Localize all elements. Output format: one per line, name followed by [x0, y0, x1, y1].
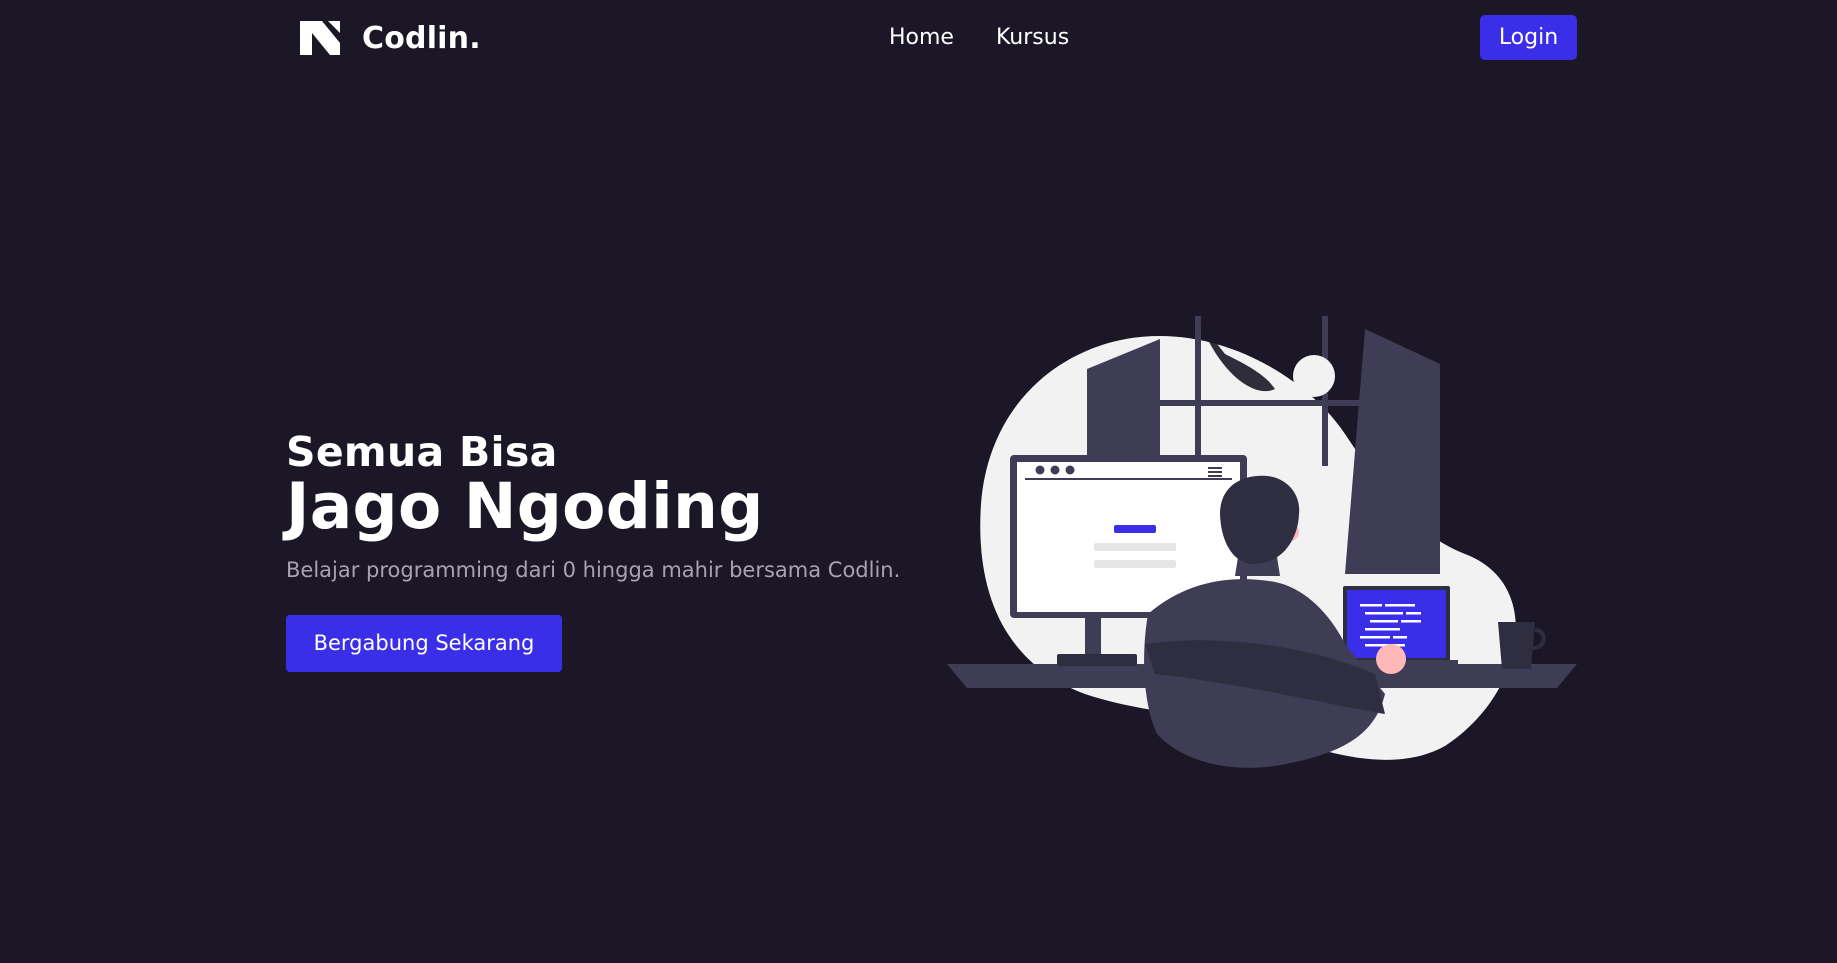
menu-icon: [1208, 475, 1222, 477]
join-now-button[interactable]: Bergabung Sekarang: [286, 615, 562, 672]
login-button[interactable]: Login: [1480, 15, 1577, 60]
landing-page: Codlin. Home Kursus Login Semua Bisa Jag…: [0, 0, 1837, 963]
hero-subtitle: Semua Bisa: [286, 428, 558, 476]
screen-text-line: [1094, 560, 1176, 568]
navbar: Codlin. Home Kursus Login: [0, 0, 1837, 76]
screen-accent-bar: [1114, 525, 1156, 533]
mug-icon: [1498, 622, 1535, 669]
menu-icon: [1208, 471, 1222, 473]
mug-handle: [1532, 628, 1546, 650]
brand-link[interactable]: Codlin.: [300, 18, 481, 58]
screen-text-line: [1094, 543, 1176, 551]
main-nav: Home Kursus: [889, 22, 1069, 54]
brand-name: Codlin.: [362, 20, 481, 56]
nav-link-kursus[interactable]: Kursus: [996, 22, 1069, 54]
menu-icon: [1208, 467, 1222, 469]
browser-dot-icon: [1065, 465, 1075, 475]
hero-description: Belajar programming dari 0 hingga mahir …: [286, 558, 901, 582]
window-bar-horizontal: [1160, 400, 1360, 406]
moon-shape: [1293, 355, 1335, 397]
programmer-at-desk-illustration: [947, 316, 1577, 768]
hero-text: Semua Bisa Jago Ngoding Belajar programm…: [286, 430, 926, 586]
window-bar-vertical-1: [1195, 316, 1201, 466]
browser-dot-icon: [1050, 465, 1060, 475]
nav-link-home[interactable]: Home: [889, 22, 954, 54]
person-hand: [1376, 644, 1406, 674]
browser-dot-icon: [1035, 465, 1045, 475]
browser-toolbar-line: [1025, 478, 1232, 480]
hero-title: Jago Ngoding: [286, 470, 764, 543]
window-panel-right: [1345, 329, 1440, 574]
monitor-base: [1057, 654, 1137, 666]
codlin-logo-icon: [300, 21, 340, 55]
